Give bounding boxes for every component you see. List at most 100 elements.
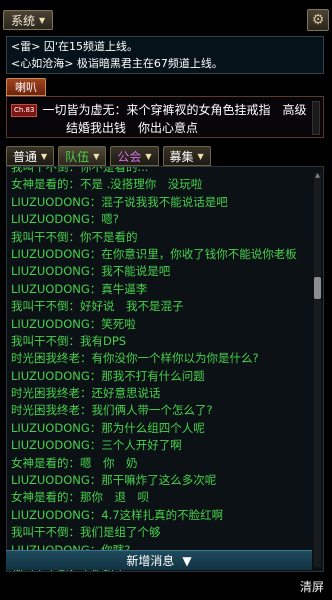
chat-text: ：嗯 你 奶 <box>68 455 138 470</box>
chat-line: 时光困我终老：我们俩人带一个怎么了? <box>11 402 311 419</box>
chat-text: ：你不是看的... <box>68 166 149 174</box>
clear-screen-button[interactable]: 清屏 <box>300 578 324 595</box>
system-message: <雷> 囚'在15频道上线。 <box>11 40 138 53</box>
chat-text: ：那为什么组四个人呢 <box>89 420 205 435</box>
chat-sender[interactable]: LIUZUODONG <box>11 317 90 331</box>
chat-sender[interactable]: LIUZUODONG <box>11 247 90 261</box>
chat-text: ：有你没你一个样你以为你是什么? <box>80 351 259 366</box>
chat-text: ：我不能说是吧 <box>89 264 171 279</box>
chat-list: 我叫干不倒：你不是看的... 女神是看的：不是 .没搭理你 没玩啦 LIUZUODO… <box>11 166 311 571</box>
chat-sender[interactable]: LIUZUODONG <box>11 508 90 522</box>
chat-text: ：你不是看的 <box>68 229 138 244</box>
chat-line: 时光困我终老：有你没你一个样你以为你是什么? <box>11 350 311 367</box>
chat-text: ：不是 .没搭理你 没玩啦 <box>68 177 203 192</box>
chat-sender[interactable]: 我叫干不倒 <box>11 525 69 539</box>
tab-label: 公会 <box>117 149 142 164</box>
chat-text: ：那我不打有什么问题 <box>89 368 205 383</box>
scroll-thumb[interactable] <box>314 277 321 299</box>
chat-text: ：混子说我我不能说话是吧 <box>89 194 228 209</box>
chat-line: LIUZUODONG：三个人开好了啊 <box>11 437 311 454</box>
speaker-text-continued: 结婚我出钱 你出心意点 <box>66 121 199 135</box>
caret-down-icon: ▼ <box>39 15 46 25</box>
caret-down-icon: ▼ <box>41 151 48 161</box>
chat-text: ：我们是组了个够 <box>68 525 161 540</box>
chat-sender[interactable]: 女神是看的 <box>11 177 69 191</box>
chat-sender[interactable]: 我叫干不倒 <box>11 299 69 313</box>
caret-down-icon: ▼ <box>145 151 152 161</box>
tab-label: 普通 <box>13 149 38 164</box>
chat-line: LIUZUODONG：混子说我我不能说话是吧 <box>11 194 311 211</box>
chat-text: ：4.7这样扎真的不脸红啊 <box>89 507 224 522</box>
chat-sender[interactable]: 我叫干不倒 <box>11 167 69 174</box>
chat-text: ：三个人开好了啊 <box>89 438 182 453</box>
chat-text: ：在你意识里，你收了钱你不能说你老板 <box>89 246 297 261</box>
tab-team[interactable]: 队伍 ▼ <box>58 146 107 166</box>
chat-text: ：嗯? <box>89 212 119 227</box>
speaker-tab[interactable]: 喇叭 <box>6 78 46 96</box>
speaker-message: Ch.83 一切皆为虚无：来个穿裤衩的女角色挂戒指 高级 <box>11 101 319 119</box>
chat-sender[interactable]: LIUZUODONG <box>11 282 90 296</box>
tab-normal[interactable]: 普通 ▼ <box>6 146 55 166</box>
chat-sender[interactable]: LIUZUODONG <box>11 369 90 383</box>
chat-line: 女神是看的：不是 .没搭理你 没玩啦 <box>11 176 311 193</box>
speaker-scrollbar[interactable] <box>312 101 320 135</box>
chat-text: ：好好说 我不是混子 <box>68 299 184 314</box>
new-message-label: 新增消息 <box>126 554 175 568</box>
chat-sender[interactable]: LIUZUODONG <box>11 195 90 209</box>
system-tab-label: 系统 <box>11 13 36 28</box>
chat-line: LIUZUODONG：那干嘛炸了这么多次呢 <box>11 472 311 489</box>
chat-text: ：我有DPS <box>68 333 127 348</box>
chat-line: LIUZUODONG：4.7这样扎真的不脸红啊 <box>11 507 311 524</box>
chat-sender[interactable]: LIUZUODONG <box>11 438 90 452</box>
tab-label: 队伍 <box>65 149 90 164</box>
chat-sender[interactable]: LIUZUODONG <box>11 212 90 226</box>
channel-tabs: 普通 ▼ 队伍 ▼ 公会 ▼ 募集 ▼ <box>6 146 211 166</box>
gear-icon[interactable]: ⚙ <box>307 9 329 31</box>
caret-down-icon: ▼ <box>93 151 100 161</box>
chat-sender[interactable]: 时光困我终老 <box>11 351 80 365</box>
tab-label: 募集 <box>169 149 194 164</box>
chat-sender[interactable]: 时光困我终老 <box>11 403 80 417</box>
scroll-up-icon[interactable]: ▲ <box>314 173 321 179</box>
chat-line: 我叫干不倒：你不是看的 <box>11 229 311 246</box>
system-channel-dropdown[interactable]: 系统 ▼ <box>3 10 54 30</box>
chat-line: 女神是看的：嗯 你 奶 <box>11 455 311 472</box>
system-messages: <雷> 囚'在15频道上线。 <心如沧海> 极诣暗黑君主在67频道上线。 <box>6 36 324 74</box>
arrow-down-icon: ▼ <box>182 553 192 568</box>
chat-line: 我叫干不倒：我们是组了个够 <box>11 524 311 541</box>
chat-scrollbar[interactable]: ▲ <box>314 173 321 567</box>
chat-sender[interactable]: LIUZUODONG <box>11 421 90 435</box>
chat-line: LIUZUODONG：那我不打有什么问题 <box>11 368 311 385</box>
chat-line: LIUZUODONG：在你意识里，你收了钱你不能说你老板 <box>11 246 311 263</box>
chat-line: 我叫干不倒：你不是看的... <box>11 166 311 176</box>
chat-sender[interactable]: LIUZUODONG <box>11 473 90 487</box>
chat-text: ：我们俩人带一个怎么了? <box>80 403 213 418</box>
system-bar: 系统 ▼ ⚙ <box>3 5 329 35</box>
chat-line: LIUZUODONG：那为什么组四个人呢 <box>11 420 311 437</box>
chat-line: LIUZUODONG：嗯? <box>11 211 311 228</box>
new-message-button[interactable]: 新增消息 ▼ <box>6 550 312 570</box>
chat-line: LIUZUODONG：笑死啦 <box>11 316 311 333</box>
chat-text: ：笑死啦 <box>89 316 136 331</box>
tab-recruit[interactable]: 募集 ▼ <box>162 146 211 166</box>
tab-guild[interactable]: 公会 ▼ <box>110 146 159 166</box>
chat-sender[interactable]: 我叫干不倒 <box>11 334 69 348</box>
chat-text: ：真牛逼李 <box>89 281 148 296</box>
chat-line: 女神是看的：那你 退 呗 <box>11 489 311 506</box>
chat-sender[interactable]: 时光困我终老 <box>11 386 80 400</box>
chat-sender[interactable]: LIUZUODONG <box>11 264 90 278</box>
chat-text: ：那干嘛炸了这么多次呢 <box>89 473 217 488</box>
chat-sender[interactable]: 女神是看的 <box>11 490 69 504</box>
chat-line: 我叫干不倒：我有DPS <box>11 333 311 350</box>
chat-line: 时光困我终老：还好意思说话 <box>11 385 311 402</box>
system-message: <心如沧海> 极诣暗黑君主在67频道上线。 <box>11 57 223 70</box>
chat-line: LIUZUODONG：真牛逼李 <box>11 281 311 298</box>
chat-text: ：那你 退 呗 <box>68 490 150 505</box>
chat-sender[interactable]: 女神是看的 <box>11 456 69 470</box>
channel-badge: Ch.83 <box>11 103 38 117</box>
chat-log[interactable]: 我叫干不倒：你不是看的... 女神是看的：不是 .没搭理你 没玩啦 LIUZUODO… <box>6 166 324 572</box>
caret-down-icon: ▼ <box>197 151 204 161</box>
chat-sender[interactable]: 我叫干不倒 <box>11 230 69 244</box>
chat-text: ：还好意思说话 <box>80 386 161 401</box>
chat-line: 我叫干不倒：好好说 我不是混子 <box>11 298 311 315</box>
